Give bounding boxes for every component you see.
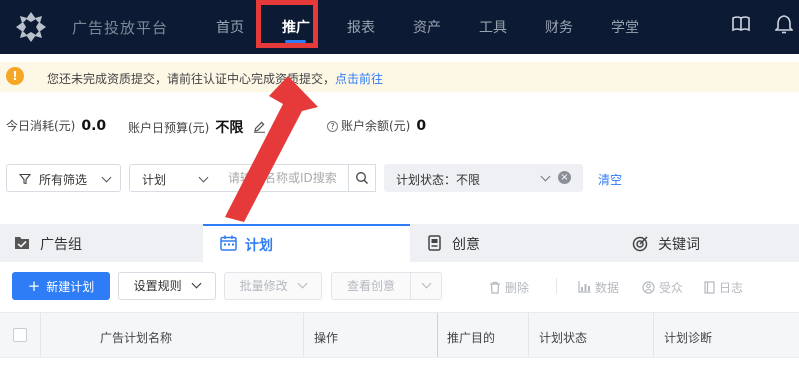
audience-icon xyxy=(642,281,655,294)
audience-action[interactable]: 受众 xyxy=(642,279,683,296)
book-icon[interactable] xyxy=(731,14,751,34)
annotation-highlight-box xyxy=(256,0,318,48)
qualification-notice: ! 您还未完成资质提交，请前往认证中心完成资质提交，点击前往 xyxy=(0,62,799,92)
warning-icon: ! xyxy=(6,67,24,85)
account-balance-label: 账户余额(元) xyxy=(341,119,411,133)
plan-status-label: 计划状态：不限 xyxy=(396,173,481,187)
log-action[interactable]: 日志 xyxy=(704,279,743,296)
today-spend-label: 今日消耗(元) xyxy=(6,119,76,133)
col-promotion-goal[interactable]: 推广目的 xyxy=(447,329,495,346)
clear-filters-link[interactable]: 清空 xyxy=(598,171,622,188)
col-actions: 操作 xyxy=(314,331,339,345)
column-divider xyxy=(437,313,438,358)
data-action[interactable]: 数据 xyxy=(578,279,619,296)
tab-plan-label: 计划 xyxy=(245,238,273,254)
nav-academy[interactable]: 学堂 xyxy=(611,17,639,37)
chevron-down-icon xyxy=(540,171,551,182)
tab-plan[interactable]: 计划 xyxy=(203,224,410,262)
search-button[interactable] xyxy=(348,164,376,192)
search-scope-select[interactable]: 计划 xyxy=(129,164,217,192)
page: 广告投放平台 首页 推广 报表 资产 工具 财务 学堂 ! 您还未完成资质提交，… xyxy=(0,0,799,365)
bar-chart-icon xyxy=(578,281,591,293)
view-creative-dropdown[interactable] xyxy=(410,272,442,300)
today-spend: 今日消耗(元) 0.0 xyxy=(6,117,106,134)
help-icon[interactable]: ? xyxy=(327,121,338,132)
daily-budget-value: 不限 xyxy=(215,120,244,136)
column-divider xyxy=(528,313,529,358)
trash-icon xyxy=(490,281,500,294)
clear-circle-icon[interactable]: × xyxy=(558,171,571,184)
set-rules-button[interactable]: 设置规则 xyxy=(118,272,216,300)
daily-budget-label: 账户日预算(元) xyxy=(128,121,210,135)
view-creative-label: 查看创意 xyxy=(346,279,395,293)
view-creative-button[interactable]: 查看创意 xyxy=(331,272,411,300)
new-plan-label: 新建计划 xyxy=(46,280,95,294)
chevron-down-icon xyxy=(101,172,112,183)
table-body-top xyxy=(0,357,799,365)
folder-icon xyxy=(15,237,29,249)
tab-creative[interactable]: 创意 xyxy=(410,224,608,262)
batch-edit-button[interactable]: 批量修改 xyxy=(224,272,322,300)
new-plan-button[interactable]: + 新建计划 xyxy=(12,272,110,300)
toolbar-divider xyxy=(556,278,557,294)
entity-tabs: 广告组 计划 创意 关键词 xyxy=(0,224,799,262)
column-divider xyxy=(303,313,304,358)
target-icon xyxy=(632,236,648,252)
delete-label: 删除 xyxy=(505,281,530,295)
tab-ad-group[interactable]: 广告组 xyxy=(0,224,203,262)
notice-link[interactable]: 点击前往 xyxy=(335,72,383,86)
search-icon xyxy=(356,172,368,184)
edit-icon[interactable] xyxy=(253,120,266,133)
plan-table-header: 广告计划名称 操作 推广目的 计划状态 计划诊断 xyxy=(0,312,799,358)
select-all-checkbox[interactable] xyxy=(13,328,27,342)
tab-ad-group-label: 广告组 xyxy=(40,237,82,253)
batch-edit-label: 批量修改 xyxy=(239,279,288,293)
col-plan-diagnosis[interactable]: 计划诊断 xyxy=(664,329,712,346)
col-plan-status[interactable]: 计划状态 xyxy=(539,329,587,346)
set-rules-label: 设置规则 xyxy=(133,279,182,293)
account-balance-value: 0 xyxy=(416,118,427,134)
all-filter-label: 所有筛选 xyxy=(39,173,88,187)
today-spend-value: 0.0 xyxy=(81,118,107,134)
chevron-down-icon xyxy=(198,172,209,183)
audience-label: 受众 xyxy=(659,281,684,295)
data-label: 数据 xyxy=(595,281,620,295)
column-divider xyxy=(653,313,654,358)
nav-reports[interactable]: 报表 xyxy=(347,17,375,37)
delete-action[interactable]: 删除 xyxy=(489,279,529,296)
search-input[interactable]: 请输入名称或ID搜索 xyxy=(216,164,349,192)
search-scope-label: 计划 xyxy=(142,173,167,187)
nav-finance[interactable]: 财务 xyxy=(545,17,573,37)
tab-keywords[interactable]: 关键词 xyxy=(608,224,799,262)
all-filter-dropdown[interactable]: 所有筛选 xyxy=(6,164,121,192)
calendar-icon xyxy=(220,235,237,251)
log-label: 日志 xyxy=(719,281,744,295)
top-navigation: 广告投放平台 首页 推广 报表 资产 工具 财务 学堂 xyxy=(0,0,799,54)
brand-name: 广告投放平台 xyxy=(72,19,169,37)
chevron-down-icon xyxy=(421,278,431,289)
notice-text: 您还未完成资质提交，请前往认证中心完成资质提交，点击前往 xyxy=(47,70,383,87)
plan-status-select[interactable]: 计划状态：不限 × xyxy=(384,164,583,192)
tab-keywords-label: 关键词 xyxy=(658,237,700,253)
nav-tools[interactable]: 工具 xyxy=(479,17,507,37)
nav-assets[interactable]: 资产 xyxy=(413,17,441,37)
account-balance: ? 账户余额(元) 0 xyxy=(327,117,426,134)
chevron-down-icon xyxy=(191,278,202,289)
chevron-down-icon xyxy=(297,278,308,289)
bell-icon[interactable] xyxy=(775,14,793,34)
tab-creative-label: 创意 xyxy=(452,237,480,253)
logo-icon xyxy=(16,12,46,42)
notice-message: 您还未完成资质提交，请前往认证中心完成资质提交， xyxy=(47,72,336,86)
nav-home[interactable]: 首页 xyxy=(216,17,244,37)
log-icon xyxy=(704,281,715,294)
filter-icon xyxy=(19,173,31,185)
creative-icon xyxy=(428,235,441,251)
column-divider xyxy=(40,313,41,358)
daily-budget: 账户日预算(元) 不限 xyxy=(128,117,266,137)
plus-icon: + xyxy=(27,277,41,295)
col-plan-name[interactable]: 广告计划名称 xyxy=(100,329,172,346)
